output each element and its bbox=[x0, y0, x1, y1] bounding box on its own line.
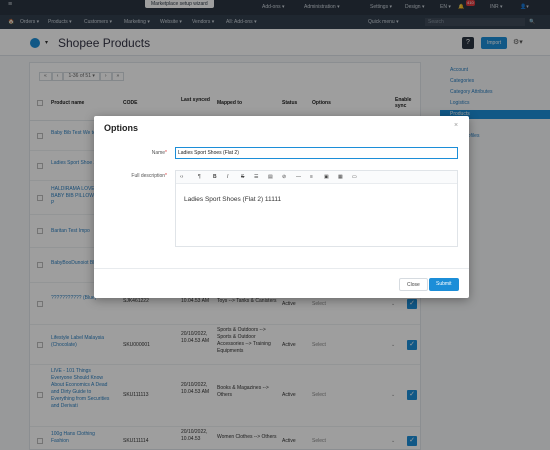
dialog-divider bbox=[94, 268, 469, 269]
editor-content[interactable]: Ladies Sport Shoes (Flat 2) 11111 bbox=[184, 196, 281, 203]
image-icon[interactable]: ▣ bbox=[324, 173, 329, 181]
italic-icon[interactable]: I bbox=[227, 173, 228, 181]
table-icon[interactable]: ▦ bbox=[338, 173, 343, 181]
video-icon[interactable]: ▭ bbox=[352, 173, 357, 181]
description-label: Full description* bbox=[131, 173, 167, 179]
html-icon[interactable]: ‹› bbox=[180, 173, 183, 181]
bullet-list-icon[interactable]: ☰ bbox=[254, 173, 258, 181]
numbered-list-icon[interactable]: ▤ bbox=[268, 173, 273, 181]
submit-button[interactable]: Submit bbox=[429, 278, 459, 291]
name-label: Name* bbox=[151, 150, 167, 156]
dialog-title: Options bbox=[104, 123, 138, 133]
align-icon[interactable]: ≡ bbox=[310, 173, 313, 181]
close-icon[interactable]: × bbox=[454, 122, 458, 129]
horizontal-rule-icon[interactable]: — bbox=[296, 173, 301, 181]
strikethrough-icon[interactable]: S bbox=[241, 173, 244, 181]
name-field[interactable]: Ladies Sport Shoes (Flat 2) bbox=[175, 147, 458, 159]
close-button[interactable]: Close bbox=[399, 278, 428, 291]
paragraph-icon[interactable]: ¶ bbox=[198, 173, 201, 181]
editor-toolbar: ‹› ¶ B I S ☰ ▤ ⊘ — ≡ ▣ ▦ ▭ bbox=[176, 171, 457, 184]
link-icon[interactable]: ⊘ bbox=[282, 173, 286, 181]
bold-icon[interactable]: B bbox=[213, 173, 217, 181]
description-editor[interactable]: ‹› ¶ B I S ☰ ▤ ⊘ — ≡ ▣ ▦ ▭ Ladies Sport … bbox=[175, 170, 458, 247]
options-dialog: Options × Name* Ladies Sport Shoes (Flat… bbox=[94, 116, 469, 298]
